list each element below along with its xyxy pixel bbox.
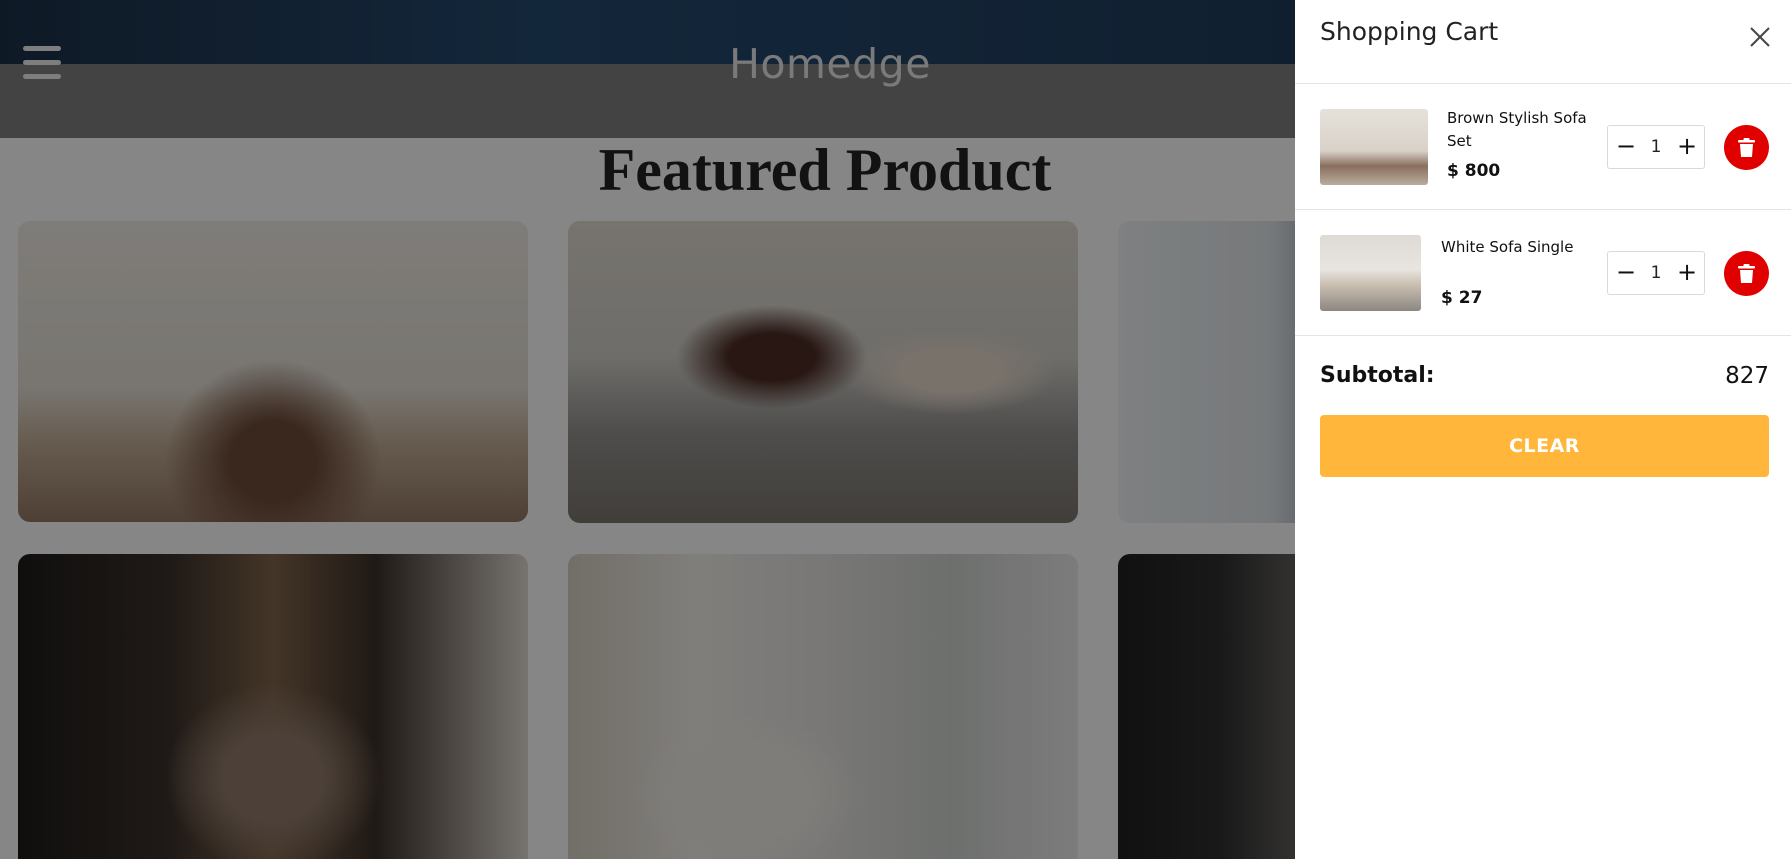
trash-icon[interactable] xyxy=(1724,125,1769,170)
product-thumbnail xyxy=(1320,235,1421,311)
quantity-stepper: − 1 + xyxy=(1607,251,1705,295)
cart-item-price: $ 27 xyxy=(1441,288,1483,308)
cart-title: Shopping Cart xyxy=(1320,17,1499,46)
close-icon[interactable] xyxy=(1745,22,1775,52)
cart-item: White Sofa Single $ 27 − 1 + xyxy=(1295,210,1791,336)
product-thumbnail xyxy=(1320,109,1428,185)
quantity-value: 1 xyxy=(1650,137,1662,157)
quantity-stepper: − 1 + xyxy=(1607,125,1705,169)
cart-item-name: Brown Stylish Sofa Set xyxy=(1447,109,1587,150)
plus-icon[interactable]: + xyxy=(1671,126,1703,168)
shopping-cart-drawer: Shopping Cart Brown Stylish Sofa Set $ 8… xyxy=(1295,0,1791,859)
clear-cart-button[interactable]: CLEAR xyxy=(1320,415,1769,477)
quantity-value: 1 xyxy=(1650,263,1662,283)
minus-icon[interactable]: − xyxy=(1610,126,1642,168)
cart-item-price: $ 800 xyxy=(1447,161,1501,181)
minus-icon[interactable]: − xyxy=(1610,252,1642,294)
cart-item-name: White Sofa Single xyxy=(1441,238,1574,256)
subtotal-value: 827 xyxy=(1725,363,1769,389)
plus-icon[interactable]: + xyxy=(1671,252,1703,294)
trash-icon[interactable] xyxy=(1724,251,1769,296)
modal-backdrop[interactable] xyxy=(0,0,1295,859)
cart-header: Shopping Cart xyxy=(1295,0,1791,84)
subtotal-label: Subtotal: xyxy=(1320,363,1435,388)
cart-item: Brown Stylish Sofa Set $ 800 − 1 + xyxy=(1295,84,1791,210)
